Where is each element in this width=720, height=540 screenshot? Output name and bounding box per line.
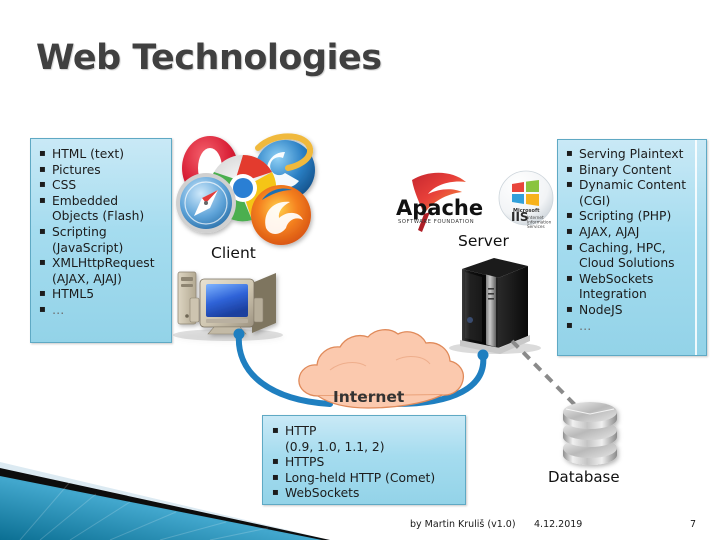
footer-author: by Martin Kruliš (v1.0): [410, 519, 516, 530]
svg-text:Services: Services: [527, 224, 545, 229]
list-item: NodeJS: [565, 302, 700, 319]
desktop-computer-icon: [173, 271, 283, 341]
list-item: Scripting (JavaScript): [38, 224, 165, 256]
svg-text:IIS: IIS: [511, 210, 529, 224]
list-item: Embedded Objects (Flash): [38, 193, 165, 225]
client-bullet-list: HTML (text) Pictures CSS Embedded Object…: [38, 146, 165, 319]
server-bullet-panel: Serving Plaintext Binary Content Dynamic…: [557, 139, 707, 356]
list-item: HTTP (0.9, 1.0, 1.1, 2): [271, 423, 460, 455]
opera-logo: [182, 136, 238, 200]
connector-endpoint-server: [477, 349, 489, 361]
client-label: Client: [211, 244, 256, 262]
list-item: CSS: [38, 177, 165, 194]
safari-logo: [176, 173, 236, 233]
server-tower-icon: [449, 258, 541, 354]
list-item: Scripting (PHP): [565, 208, 700, 225]
server-bullet-list: Serving Plaintext Binary Content Dynamic…: [565, 146, 700, 335]
microsoft-iis-logo: Microsoft IIS Internet Information Servi…: [498, 170, 554, 229]
list-item: Caching, HPC, Cloud Solutions: [565, 240, 700, 272]
list-item: AJAX, AJAJ: [565, 224, 700, 241]
client-bullet-panel: HTML (text) Pictures CSS Embedded Object…: [30, 138, 172, 343]
list-item: Dynamic Content (CGI): [565, 177, 700, 209]
svg-text:Microsoft: Microsoft: [513, 208, 540, 214]
svg-text:Apache: Apache: [396, 196, 483, 220]
footer-date: 4.12.2019: [534, 519, 583, 530]
list-item: XMLHttpRequest (AJAX, AJAJ): [38, 255, 165, 287]
footer-page-number: 7: [690, 519, 697, 530]
svg-text:Internet: Internet: [527, 215, 544, 220]
list-item: Serving Plaintext: [565, 146, 700, 163]
server-label: Server: [458, 232, 509, 250]
database-label: Database: [548, 468, 620, 486]
list-item: Pictures: [38, 162, 165, 179]
chrome-logo: [209, 154, 277, 222]
page-title: Web Technologies: [36, 38, 382, 78]
apache-logo: Apache SOFTWARE FOUNDATION: [396, 172, 483, 232]
list-item: HTML (text): [38, 146, 165, 163]
internet-explorer-logo: [255, 133, 315, 200]
browser-logo-cluster: [176, 133, 315, 245]
list-item: Binary Content: [565, 162, 700, 179]
connector-endpoint-client: [233, 328, 245, 340]
svg-text:Information: Information: [527, 220, 552, 225]
firefox-logo: [251, 185, 311, 245]
svg-text:SOFTWARE FOUNDATION: SOFTWARE FOUNDATION: [398, 219, 474, 225]
database-cylinder-icon: [563, 402, 617, 465]
list-item: …: [38, 302, 165, 319]
list-item: …: [565, 318, 700, 335]
corner-decoration: [0, 462, 330, 540]
internet-label: Internet: [333, 388, 405, 406]
list-item: HTML5: [38, 286, 165, 303]
list-item: WebSockets Integration: [565, 271, 700, 303]
